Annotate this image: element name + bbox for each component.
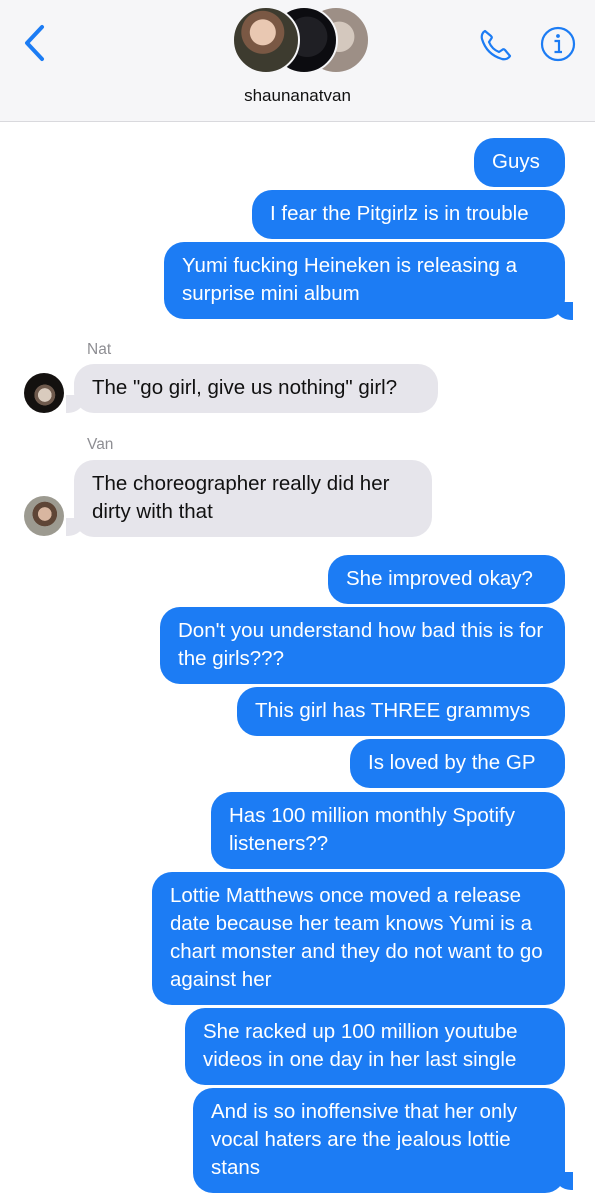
message-bubble-outgoing[interactable]: Yumi fucking Heineken is releasing a sur… (164, 242, 565, 319)
message-bubble-outgoing[interactable]: Is loved by the GP (350, 739, 565, 788)
message-bubble-outgoing[interactable]: Don't you understand how bad this is for… (160, 607, 565, 684)
back-chevron-icon[interactable] (18, 22, 52, 64)
phone-icon[interactable] (476, 25, 516, 65)
message-bubble-outgoing[interactable]: Lottie Matthews once moved a release dat… (152, 872, 565, 1005)
sender-name: Van (87, 436, 114, 453)
avatar[interactable] (24, 496, 64, 536)
message-text: The choreographer really did her dirty w… (92, 472, 390, 523)
message-bubble-outgoing[interactable]: This girl has THREE grammys (237, 687, 565, 736)
bubble-tail (555, 302, 573, 320)
message-text: Yumi fucking Heineken is releasing a sur… (182, 254, 518, 305)
message-text: She racked up 100 million youtube videos… (203, 1020, 518, 1071)
message-bubble-outgoing[interactable]: Guys (474, 138, 565, 187)
message-text: Is loved by the GP (368, 751, 536, 774)
member-avatar-1 (232, 6, 300, 74)
message-bubble-outgoing[interactable]: She racked up 100 million youtube videos… (185, 1008, 565, 1085)
chat-header: shaunanatvan (0, 0, 595, 122)
message-text: Lottie Matthews once moved a release dat… (170, 884, 543, 991)
avatar[interactable] (24, 373, 64, 413)
message-bubble-incoming[interactable]: The "go girl, give us nothing" girl? (74, 364, 438, 413)
message-text: And is so inoffensive that her only voca… (211, 1100, 518, 1179)
message-text: I fear the Pitgirlz is in trouble (270, 202, 529, 225)
info-icon[interactable] (538, 24, 578, 64)
message-bubble-outgoing[interactable]: I fear the Pitgirlz is in trouble (252, 190, 565, 239)
message-text: Guys (492, 150, 540, 173)
message-bubble-outgoing[interactable]: She improved okay? (328, 555, 565, 604)
message-bubble-incoming[interactable]: The choreographer really did her dirty w… (74, 460, 432, 537)
message-text: The "go girl, give us nothing" girl? (92, 376, 398, 399)
message-bubble-outgoing[interactable]: And is so inoffensive that her only voca… (193, 1088, 565, 1193)
message-text: Don't you understand how bad this is for… (178, 619, 544, 670)
message-text: She improved okay? (346, 567, 533, 590)
message-text: Has 100 million monthly Spotify listener… (229, 804, 515, 855)
sender-name: Nat (87, 341, 112, 358)
message-text: This girl has THREE grammys (255, 699, 531, 722)
chat-name[interactable]: shaunanatvan (0, 86, 595, 106)
message-bubble-outgoing[interactable]: Has 100 million monthly Spotify listener… (211, 792, 565, 869)
group-avatar[interactable] (232, 6, 370, 74)
